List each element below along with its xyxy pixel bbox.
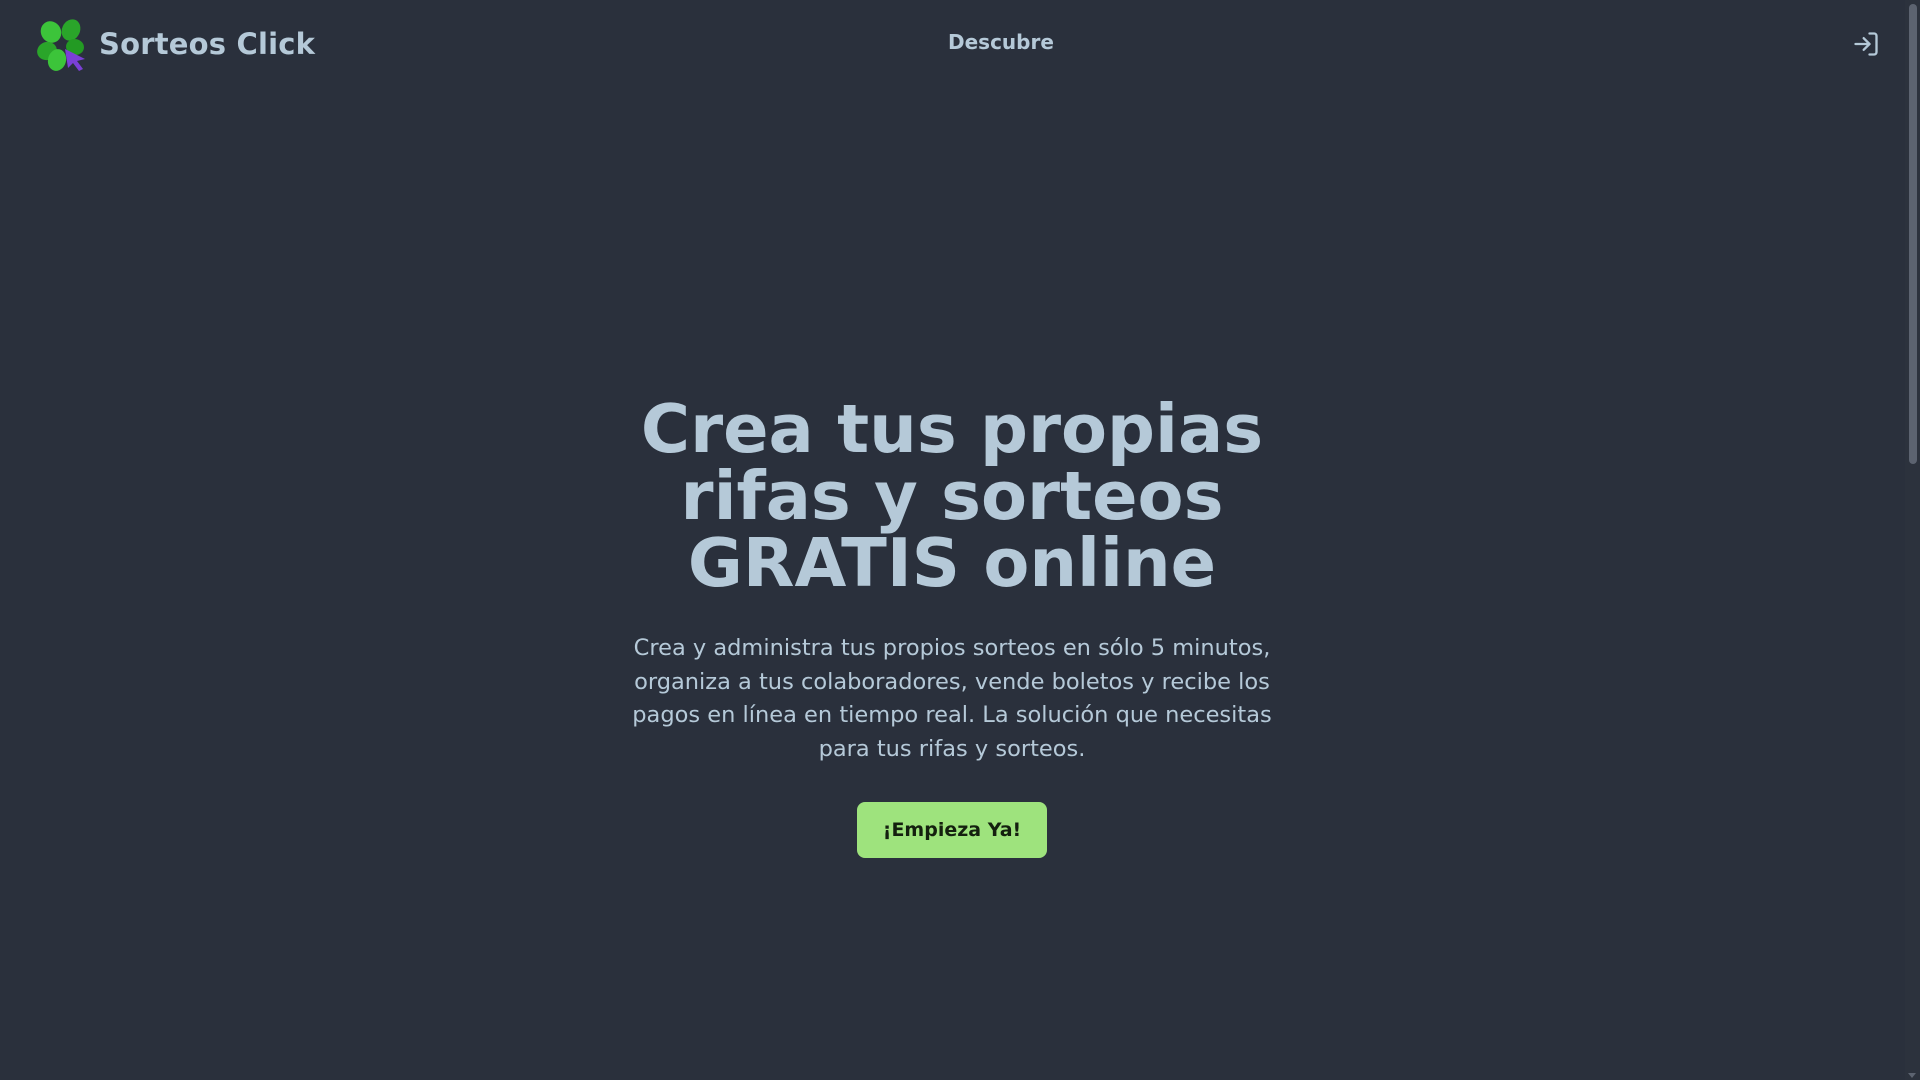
hero-content: Crea tus propias rifas y sorteos GRATIS … [632, 396, 1272, 858]
vertical-scrollbar[interactable] [1905, 0, 1920, 1080]
hero-description: Crea y administra tus propios sorteos en… [632, 635, 1272, 762]
start-now-button[interactable]: ¡Empieza Ya! [857, 802, 1047, 858]
page: Sorteos Click Descubre Crea tus propias … [0, 0, 1920, 1080]
hero-title: Crea tus propias rifas y sorteos GRATIS … [640, 390, 1264, 602]
scroll-down-arrow-icon[interactable] [1908, 1073, 1916, 1078]
scrollbar-thumb[interactable] [1909, 4, 1917, 464]
hero-section: Crea tus propias rifas y sorteos GRATIS … [0, 0, 1905, 1080]
